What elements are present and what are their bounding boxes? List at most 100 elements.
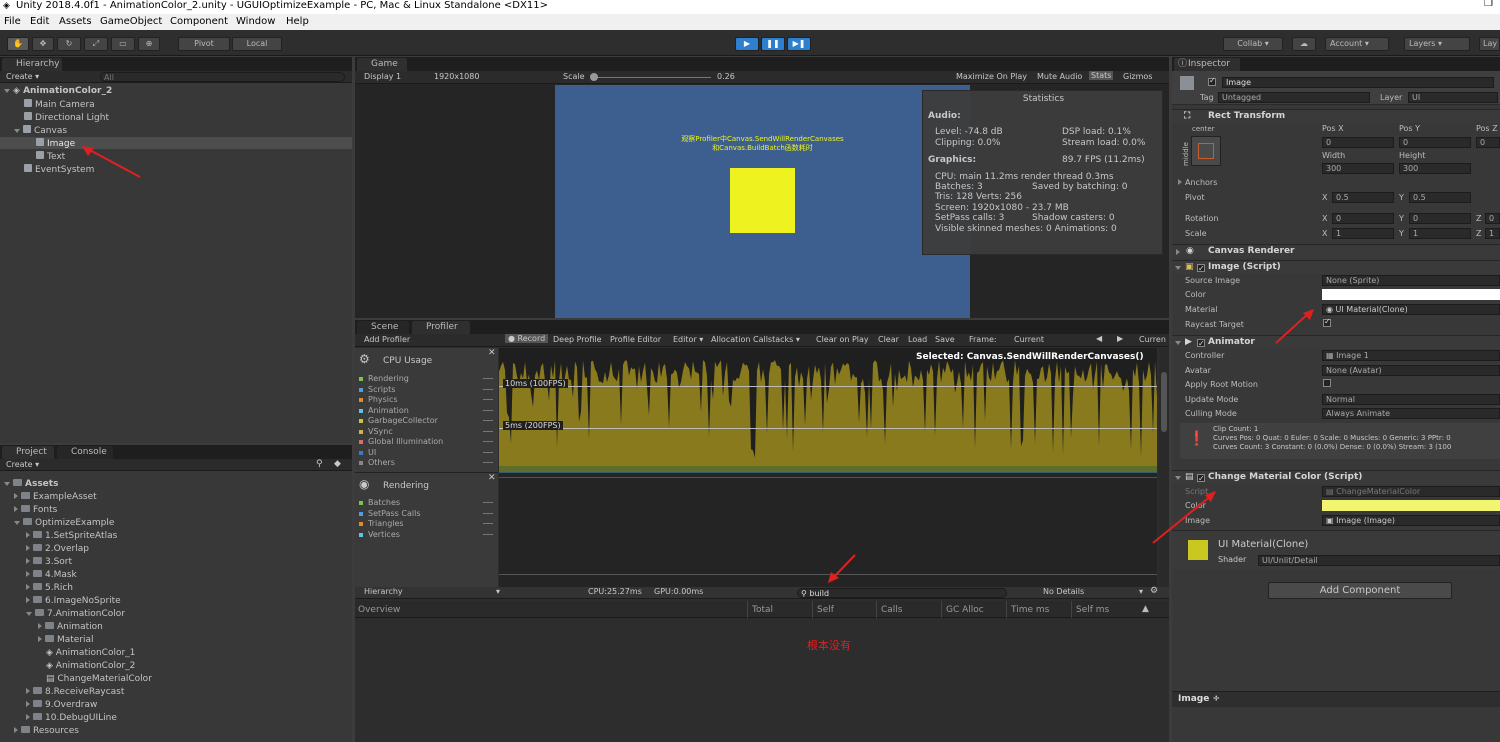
project-item[interactable]: OptimizeExample — [14, 518, 114, 528]
rot-z-field[interactable]: 0 — [1485, 213, 1500, 224]
menu-file[interactable]: File — [4, 16, 21, 27]
column-calls[interactable]: Calls — [881, 605, 903, 615]
add-profiler-dropdown[interactable]: Add Profiler — [364, 335, 410, 344]
prev-frame-icon[interactable]: ◀ — [1096, 334, 1102, 343]
layout-dropdown[interactable]: Lay — [1479, 37, 1500, 51]
tag-dropdown[interactable]: Untagged — [1218, 92, 1370, 103]
project-item[interactable]: 1.SetSpriteAtlas — [26, 531, 117, 541]
step-button[interactable]: ▶❚ — [787, 37, 811, 51]
editor-target-dropdown[interactable]: Editor ▾ — [673, 335, 703, 344]
legend-drag-handle[interactable] — [483, 512, 493, 514]
scale-slider[interactable] — [591, 77, 711, 78]
project-item[interactable]: ▤ ChangeMaterialColor — [46, 674, 152, 684]
avatar-field[interactable]: None (Avatar) — [1322, 365, 1500, 376]
project-item[interactable]: ◈ AnimationColor_2 — [46, 661, 135, 671]
legend-drag-handle[interactable] — [483, 430, 493, 432]
display-dropdown[interactable]: Display 1 — [364, 72, 401, 81]
posy-field[interactable]: 0 — [1399, 137, 1471, 148]
close-module-icon[interactable]: ✕ — [488, 473, 496, 483]
legend-drag-handle[interactable] — [483, 502, 493, 503]
profiler-search-input[interactable]: ⚲ build — [797, 588, 1007, 598]
record-toggle[interactable]: ● Record — [505, 334, 549, 343]
column-self-ms[interactable]: Self ms — [1076, 605, 1109, 615]
project-item[interactable]: 6.ImageNoSprite — [26, 596, 121, 606]
project-item[interactable]: Animation — [38, 622, 103, 632]
legend-item[interactable]: Vertices — [359, 530, 497, 539]
details-chevron-down-icon[interactable]: ▾ — [1139, 587, 1143, 596]
label-icon[interactable]: ◆ — [334, 459, 341, 469]
cpu-module[interactable]: ⚙ CPU Usage ✕ Rendering Scripts Physics Ani… — [355, 348, 498, 472]
profiler-scrollbar[interactable] — [1159, 348, 1169, 587]
scale-z-field[interactable]: 1 — [1485, 228, 1500, 239]
rect-tool-icon[interactable]: ▭ — [111, 37, 135, 51]
scale-tool-icon[interactable]: ⤢ — [84, 37, 108, 51]
legend-drag-handle[interactable] — [483, 462, 493, 463]
hierarchy-item-main-camera[interactable]: Main Camera — [24, 99, 95, 110]
pivot-toggle[interactable]: Pivot — [178, 37, 230, 51]
canvas-renderer-header[interactable]: ◉ Canvas Renderer — [1172, 244, 1500, 258]
transform-tool-icon[interactable]: ⊕ — [138, 37, 160, 51]
pause-button[interactable]: ❚❚ — [761, 37, 785, 51]
column-total[interactable]: Total — [752, 605, 773, 615]
tab-console[interactable]: Console — [57, 446, 113, 459]
column-gc-alloc[interactable]: GC Alloc — [946, 605, 984, 615]
play-button[interactable]: ▶ — [735, 37, 759, 51]
hierarchy-search-input[interactable]: All — [100, 72, 345, 82]
current-frame-button[interactable]: Curren — [1139, 335, 1166, 344]
details-dropdown[interactable]: No Details — [1043, 587, 1084, 596]
project-item[interactable]: 9.Overdraw — [26, 700, 97, 710]
legend-item[interactable]: Triangles — [359, 519, 497, 528]
posx-field[interactable]: 0 — [1322, 137, 1394, 148]
collab-button[interactable]: Collab ▾ — [1223, 37, 1283, 51]
apply-root-motion-checkbox[interactable] — [1323, 379, 1331, 390]
rot-x-field[interactable]: 0 — [1332, 213, 1394, 224]
column-time-ms[interactable]: Time ms — [1011, 605, 1049, 615]
detail-view-dropdown[interactable]: Hierarchy — [364, 587, 403, 596]
posz-field[interactable]: 0 — [1476, 137, 1500, 148]
filter-icon[interactable]: ⚲ — [316, 459, 323, 469]
hierarchy-item-text[interactable]: Text — [36, 151, 65, 162]
menu-window[interactable]: Window — [236, 16, 275, 27]
project-item[interactable]: Fonts — [14, 505, 57, 515]
project-root-assets[interactable]: Assets — [4, 479, 58, 489]
scale-y-field[interactable]: 1 — [1409, 228, 1471, 239]
legend-item[interactable]: Global Illumination — [359, 437, 497, 446]
project-item[interactable]: ExampleAsset — [14, 492, 97, 502]
column-self[interactable]: Self — [817, 605, 834, 615]
stats-toggle[interactable]: Stats — [1089, 71, 1114, 80]
script-image-field[interactable]: ▣ Image (Image) — [1322, 515, 1500, 526]
active-checkbox[interactable] — [1208, 76, 1216, 89]
project-item[interactable]: 10.DebugUILine — [26, 713, 117, 723]
tab-profiler[interactable]: Profiler — [412, 321, 470, 334]
maximize-on-play-toggle[interactable]: Maximize On Play — [956, 72, 1027, 81]
rotate-tool-icon[interactable]: ↻ — [57, 37, 81, 51]
account-dropdown[interactable]: Account ▾ — [1325, 37, 1389, 51]
material-field[interactable]: ◉ UI Material(Clone) — [1322, 304, 1500, 315]
script-enabled-checkbox[interactable] — [1197, 472, 1205, 485]
scene-row[interactable]: ◈ AnimationColor_2 — [4, 86, 112, 96]
layer-dropdown[interactable]: UI — [1408, 92, 1498, 103]
raycast-target-checkbox[interactable] — [1323, 317, 1331, 330]
gizmos-dropdown[interactable]: Gizmos — [1123, 72, 1152, 81]
clear-on-play-toggle[interactable]: Clear on Play — [816, 335, 869, 344]
hierarchy-item-canvas[interactable]: Canvas — [14, 125, 67, 136]
menu-gameobject[interactable]: GameObject — [100, 16, 162, 27]
rot-y-field[interactable]: 0 — [1409, 213, 1471, 224]
deep-profile-toggle[interactable]: Deep Profile — [553, 335, 602, 344]
legend-item[interactable]: Animation — [359, 406, 497, 415]
script-color-swatch[interactable] — [1322, 500, 1500, 511]
cloud-icon[interactable]: ☁ — [1292, 37, 1316, 51]
detail-view-chevron-down-icon[interactable]: ▾ — [496, 587, 500, 596]
allocation-callstacks-dropdown[interactable]: Allocation Callstacks ▾ — [711, 335, 800, 344]
menu-component[interactable]: Component — [170, 16, 228, 27]
project-item[interactable]: Resources — [14, 726, 79, 736]
project-item[interactable]: 7.AnimationColor — [26, 609, 125, 619]
legend-drag-handle[interactable] — [483, 388, 493, 390]
scale-slider-handle[interactable] — [590, 73, 598, 81]
legend-drag-handle[interactable] — [483, 451, 493, 453]
menu-edit[interactable]: Edit — [30, 16, 49, 27]
pivot-y-field[interactable]: 0.5 — [1409, 192, 1471, 203]
menu-help[interactable]: Help — [286, 16, 309, 27]
project-item[interactable]: 5.Rich — [26, 583, 73, 593]
legend-drag-handle[interactable] — [483, 441, 493, 442]
